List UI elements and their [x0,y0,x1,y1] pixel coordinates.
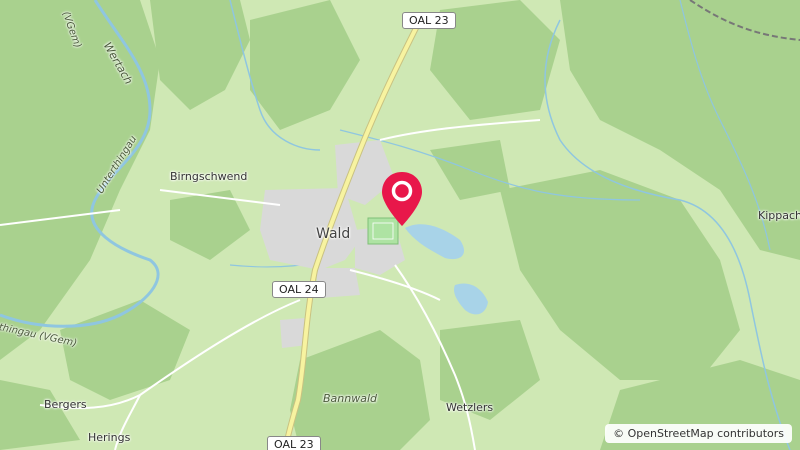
map-view[interactable]: Wald Birngschwend Wetzlers Bergers Herin… [0,0,800,450]
place-label-kippachm[interactable]: Kippachm [758,209,800,222]
road-shield-oal23-bottom: OAL 23 [267,436,321,450]
map-pin-icon[interactable] [378,170,426,228]
place-label-wald[interactable]: Wald [316,226,350,242]
place-label-birngschwend[interactable]: Birngschwend [170,170,247,183]
attribution-text[interactable]: © OpenStreetMap contributors [613,427,784,440]
place-label-bergers[interactable]: Bergers [44,398,87,411]
road-shield-oal24: OAL 24 [272,281,326,298]
forest-label-bannwald[interactable]: Bannwald [323,392,377,405]
road-shield-oal23-top: OAL 23 [402,12,456,29]
place-label-wetzlers[interactable]: Wetzlers [446,401,493,414]
place-label-herings[interactable]: Herings [88,431,130,444]
map-attribution[interactable]: © OpenStreetMap contributors [605,424,792,443]
